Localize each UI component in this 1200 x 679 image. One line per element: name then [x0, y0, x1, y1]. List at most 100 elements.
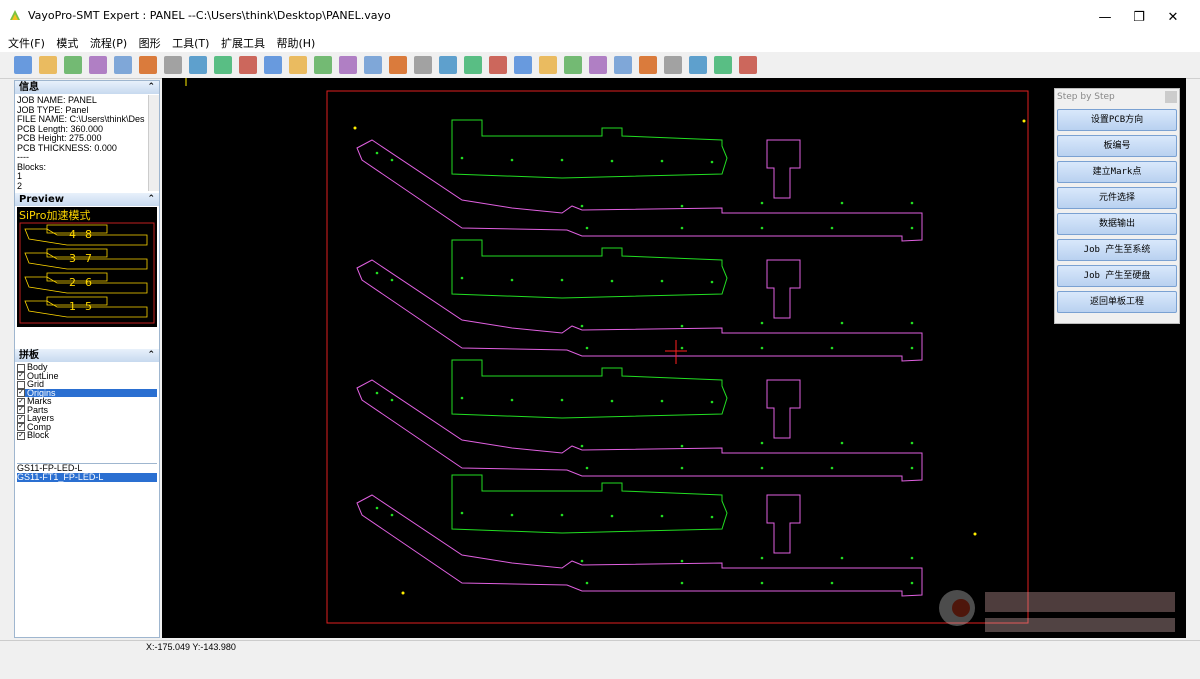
preview-block-number: 2 — [69, 276, 76, 289]
component-pad — [680, 204, 684, 208]
tool-icon[interactable] — [89, 56, 107, 74]
layer-checkbox[interactable] — [17, 363, 25, 372]
step-button[interactable]: 数据输出 — [1057, 213, 1177, 235]
step-button[interactable]: 设置PCB方向 — [1057, 109, 1177, 131]
up-arrow-icon[interactable] — [364, 56, 382, 74]
scale-icon[interactable] — [139, 56, 157, 74]
cursor-coordinates: X:-175.049 Y:-143.980 — [146, 642, 236, 652]
toolbar — [0, 52, 1200, 79]
collapse-icon[interactable]: ⌃ — [147, 193, 155, 206]
info-scrollbar[interactable] — [148, 95, 159, 191]
step-by-step-panel: Step by Step 设置PCB方向 板编号 建立Mark点 元件选择 数据输出 Jo… — [1054, 88, 1180, 324]
step-button[interactable]: 建立Mark点 — [1057, 161, 1177, 183]
layer-icon[interactable] — [264, 56, 282, 74]
zoom-all-icon[interactable] — [239, 56, 257, 74]
pcb-canvas[interactable] — [162, 78, 1186, 638]
menu-help[interactable]: 帮助(H) — [276, 36, 315, 52]
menu-tools[interactable]: 工具(T) — [172, 36, 209, 52]
menu-extended-tools[interactable]: 扩展工具 — [221, 36, 265, 52]
layer-label: Block — [27, 430, 50, 440]
close-button[interactable]: ✕ — [1150, 6, 1196, 30]
preview-canvas[interactable]: SiPro加速模式 48372615 — [17, 207, 157, 327]
preview-block-number: 4 — [69, 228, 76, 241]
component-pad — [680, 324, 684, 328]
component-pad — [375, 391, 379, 395]
down-arrow-icon[interactable] — [389, 56, 407, 74]
list-icon[interactable] — [639, 56, 657, 74]
component-pad — [910, 581, 914, 585]
board-outline-green — [451, 239, 728, 299]
layer-checkbox[interactable]: ✓ — [17, 389, 25, 398]
wrench-icon[interactable] — [614, 56, 632, 74]
step-button[interactable]: 板编号 — [1057, 135, 1177, 157]
component-pad — [375, 151, 379, 155]
layers-panel-header[interactable]: 拼板 ⌃ — [15, 349, 159, 362]
status-bar: X:-175.049 Y:-143.980 — [0, 640, 1200, 655]
preview-board-outline — [46, 272, 108, 282]
info-line: FILE NAME: C:\Users\think\Deskto — [17, 115, 145, 124]
step-button[interactable]: 返回单板工程 — [1057, 291, 1177, 313]
component-icon[interactable] — [539, 56, 557, 74]
step-panel-close-button[interactable] — [1165, 91, 1177, 103]
component-pad — [760, 201, 764, 205]
target-icon[interactable] — [514, 56, 532, 74]
component-pad — [390, 513, 394, 517]
drc-icon[interactable] — [489, 56, 507, 74]
collapse-icon[interactable]: ⌃ — [147, 349, 155, 362]
component-pad — [610, 514, 614, 518]
bulb-icon[interactable] — [589, 56, 607, 74]
collapse-icon[interactable]: ⌃ — [147, 81, 155, 94]
fit-icon[interactable] — [339, 56, 357, 74]
menu-file[interactable]: 文件(F) — [8, 36, 45, 52]
component-pad — [560, 158, 564, 162]
cam-icon[interactable] — [739, 56, 757, 74]
gear-icon[interactable] — [64, 56, 82, 74]
report-icon[interactable] — [714, 56, 732, 74]
layer-checkbox[interactable]: ✓ — [17, 397, 25, 406]
zoom-in-icon[interactable] — [164, 56, 182, 74]
component-pad — [830, 466, 834, 470]
board-outline-magenta — [766, 259, 801, 319]
info-line: Blocks: — [17, 162, 47, 172]
brush-icon[interactable] — [664, 56, 682, 74]
component-pad — [760, 321, 764, 325]
layer-checkbox[interactable] — [17, 380, 25, 389]
layer-checkbox[interactable]: ✓ — [17, 406, 25, 415]
info-panel-header[interactable]: 信息 ⌃ — [15, 81, 159, 94]
info-line: JOB TYPE: Panel — [17, 105, 89, 115]
component-pad — [710, 280, 714, 284]
export-icon[interactable] — [689, 56, 707, 74]
zoom-out-icon[interactable] — [214, 56, 232, 74]
layer-checkbox[interactable]: ✓ — [17, 372, 25, 381]
step-button[interactable]: 元件选择 — [1057, 187, 1177, 209]
component-pad — [680, 346, 684, 350]
layer-item-block[interactable]: ✓ Block — [17, 431, 157, 440]
component-pad — [910, 441, 914, 445]
grid-icon[interactable] — [464, 56, 482, 74]
zoom-window-icon[interactable] — [189, 56, 207, 74]
preview-block-number: 7 — [85, 252, 92, 265]
board-list-item[interactable]: GS11-FT1_FP-LED-L — [17, 473, 157, 482]
step-button[interactable]: Job 产生至系统 — [1057, 239, 1177, 261]
menu-mode[interactable]: 模式 — [56, 36, 78, 52]
preview-panel-header[interactable]: Preview ⌃ — [15, 193, 159, 206]
preview-block-number: 8 — [85, 228, 92, 241]
save-icon[interactable] — [14, 56, 32, 74]
info-text: JOB NAME: PANEL JOB TYPE: Panel FILE NAME:… — [17, 96, 145, 191]
component-pad — [660, 279, 664, 283]
layer-checkbox[interactable]: ✓ — [17, 431, 25, 440]
board-outline-magenta — [356, 494, 923, 597]
layer-checkbox[interactable]: ✓ — [17, 423, 25, 432]
open-icon[interactable] — [39, 56, 57, 74]
menu-graphics[interactable]: 图形 — [139, 36, 161, 52]
menu-process[interactable]: 流程(P) — [90, 36, 127, 52]
measure-icon[interactable] — [314, 56, 332, 74]
print-icon[interactable] — [114, 56, 132, 74]
angle-icon[interactable] — [414, 56, 432, 74]
step-button[interactable]: Job 产生至硬盘 — [1057, 265, 1177, 287]
cursor-icon[interactable] — [564, 56, 582, 74]
pen-icon[interactable] — [289, 56, 307, 74]
layer-checkbox[interactable]: ✓ — [17, 414, 25, 423]
unit-icon[interactable] — [439, 56, 457, 74]
component-pad — [390, 398, 394, 402]
